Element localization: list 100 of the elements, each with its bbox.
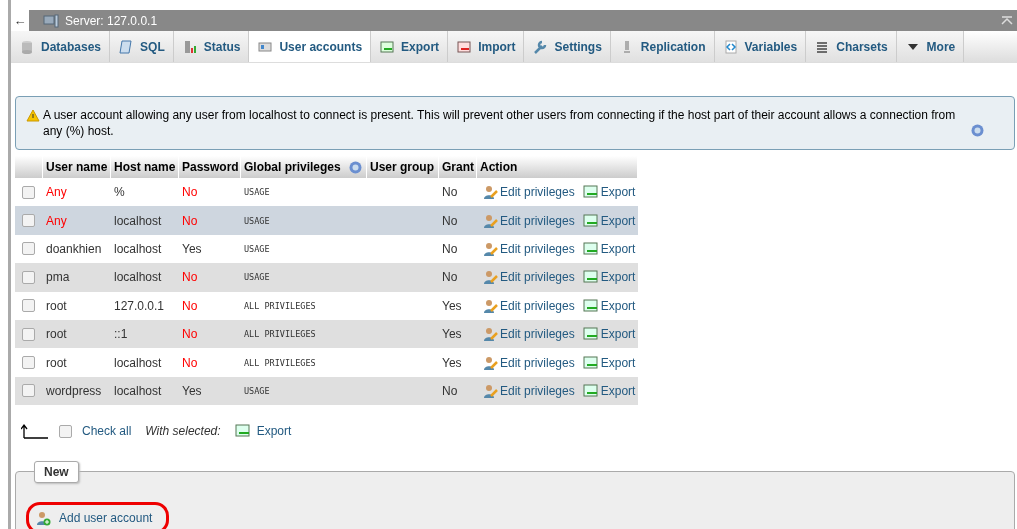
table-cell: No [182,185,198,200]
edit-privileges-link[interactable]: Edit privileges [500,185,575,200]
warning-text: A user account allowing any user from localhost to connect is present. This will prevent other users from connecting if the host part of their account allows a connection from any (%) host. [43,107,957,139]
help-icon[interactable] [971,124,984,137]
table-cell: localhost [114,241,162,256]
column-header: Action [480,160,518,174]
edit-privileges-link[interactable]: Edit privileges [500,213,575,228]
warning-icon [26,109,40,122]
edit-privileges-link[interactable]: Edit privileges [500,327,575,342]
tab[interactable]: Replication [610,31,715,62]
collapse-icon[interactable] [1001,15,1013,26]
table-cell: USAGE [244,385,270,396]
row-checkbox[interactable] [22,214,35,228]
user-add-icon [35,510,51,527]
column-header: User group [370,160,434,174]
table-cell: ::1 [114,327,128,342]
table-cell: 127.0.0.1 [114,298,165,313]
export-link[interactable]: Export [600,213,636,228]
edit-privileges-link[interactable]: Edit privileges [500,298,575,313]
tab[interactable]: More [896,31,965,62]
export-link[interactable]: Export [600,298,636,313]
edit-privileges-link[interactable]: Edit privileges [500,241,575,256]
table-cell: localhost [114,270,162,285]
table-cell: Yes [442,327,462,342]
tab[interactable]: Status [173,31,250,62]
tab[interactable]: Import [448,31,525,62]
column-header: Password [182,160,239,174]
row-checkbox[interactable] [22,185,35,199]
table-row[interactable]: root ::1 No ALL PRIVILEGES Yes Edit privileges Export [15,319,638,349]
table-cell: No [442,383,458,398]
table-cell: No [182,355,198,370]
cylinder-icon [19,38,35,55]
panel-legend: New [34,461,79,484]
table-cell: root [46,355,67,370]
user-edit-icon [482,326,498,343]
table-row[interactable]: pma localhost No USAGE No Edit privileges Export [15,263,638,292]
table-cell: No [442,270,458,285]
table-cell: ALL PRIVILEGES [244,329,316,340]
tab[interactable]: Settings [524,31,611,62]
table-cell: Any [46,185,67,200]
table-cell: USAGE [244,272,270,283]
export-link[interactable]: Export [600,327,636,342]
table-cell: Yes [442,355,462,370]
check-all-checkbox[interactable] [59,424,72,438]
table-cell: Yes [442,298,462,313]
column-header: Global privileges [244,160,341,174]
export-link[interactable]: Export [600,270,636,285]
scroll-icon [118,38,135,55]
tab[interactable]: User accounts [249,31,372,62]
edit-privileges-link[interactable]: Edit privileges [500,355,575,370]
server-link[interactable]: Server: 127.0.0.1 [65,13,158,28]
help-icon[interactable] [348,160,362,174]
table-cell: Yes [182,383,202,398]
tab[interactable]: Variables [714,31,807,62]
table-cell: wordpress [46,383,102,398]
table-row[interactable]: wordpress localhost Yes USAGE No Edit privileges Export [15,376,638,406]
row-checkbox[interactable] [22,242,35,256]
table-row[interactable]: Any localhost No USAGE No Edit privileges Export [15,206,638,235]
user-edit-icon [482,184,498,201]
row-checkbox[interactable] [22,384,35,398]
row-checkbox[interactable] [22,270,35,284]
user-edit-icon [482,382,498,399]
user-edit-icon [482,269,498,286]
table-cell: No [182,213,198,228]
check-all-label[interactable]: Check all [82,424,132,439]
table-cell: Any [46,213,67,228]
row-checkbox[interactable] [22,356,35,370]
table-cell: ALL PRIVILEGES [244,300,316,311]
wrench-icon [532,38,549,55]
row-checkbox[interactable] [22,299,35,313]
tab[interactable]: SQL [110,31,174,62]
add-user-link[interactable]: Add user account [26,502,170,529]
export-link[interactable]: Export [600,241,636,256]
table-cell: No [442,185,458,200]
table-cell: pma [46,270,70,285]
table-cell: % [114,185,125,200]
export-button[interactable]: Export [256,424,292,439]
table-cell: localhost [114,355,162,370]
column-header: User name [46,160,108,174]
arrow-up-icon [21,423,49,440]
export-link[interactable]: Export [600,355,636,370]
table-cell: doankhien [46,241,102,256]
tab[interactable]: Databases [11,31,111,62]
tab[interactable]: Charsets [806,31,897,62]
export-link[interactable]: Export [600,383,636,398]
with-selected-label: With selected: [145,424,221,439]
table-cell: No [442,241,458,256]
back-button[interactable]: ← [11,10,29,31]
table-cell: root [46,327,67,342]
user-edit-icon [482,212,498,229]
tab[interactable]: Export [371,31,449,62]
table-cell: USAGE [244,215,270,226]
user-edit-icon [482,354,498,371]
column-header: Host name [114,160,176,174]
table-cell: USAGE [244,243,270,254]
row-checkbox[interactable] [22,327,35,341]
edit-privileges-link[interactable]: Edit privileges [500,270,575,285]
table-cell: No [442,213,458,228]
export-link[interactable]: Export [600,185,636,200]
edit-privileges-link[interactable]: Edit privileges [500,383,575,398]
